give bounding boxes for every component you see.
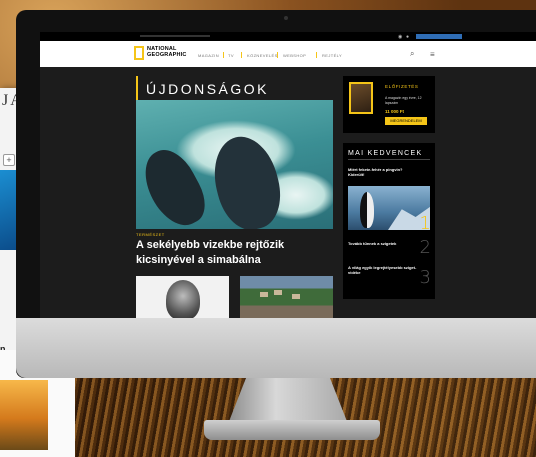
nav-item-webshop[interactable]: WEBSHOP <box>283 53 306 58</box>
nav-item-koznevelés[interactable]: KÖZNEVELÉS <box>247 53 278 58</box>
favorite-rank: 1 <box>419 213 431 234</box>
facebook-button[interactable] <box>416 34 462 39</box>
favorite-rank: 3 <box>419 267 431 288</box>
camera-icon <box>284 16 288 20</box>
magazine-cover[interactable] <box>349 82 373 114</box>
penguin <box>360 192 374 228</box>
favorite-item[interactable]: Miért fekete-fehér a pingvin? Kiderült! <box>348 167 418 177</box>
user-icon[interactable]: ● <box>406 34 409 40</box>
nav-item-magazin[interactable]: MAGAZIN <box>198 53 219 58</box>
section-title: ÚJDONSÁGOK <box>136 76 269 102</box>
website-screen: ◉ ● NATIONAL GEOGRAPHIC MAGAZIN TV KÖZNE… <box>40 32 536 318</box>
order-button[interactable]: MEGRENDELEM <box>385 117 427 125</box>
nav-separator <box>241 52 242 58</box>
hero-image[interactable] <box>136 100 333 229</box>
house <box>274 290 282 295</box>
house <box>260 292 268 297</box>
favorites-title: MAI KEDVENCEK <box>348 150 423 157</box>
nav-item-rejtely[interactable]: REJTÉLY <box>322 53 342 58</box>
monitor-stand <box>228 378 348 424</box>
brand-name[interactable]: NATIONAL GEOGRAPHIC <box>147 46 187 58</box>
favorite-item[interactable]: A világ egyik legrejtélyesebb sziget-vid… <box>348 265 418 275</box>
rss-icon[interactable]: ◉ <box>398 34 402 40</box>
article-thumbnail-portrait[interactable] <box>136 276 229 318</box>
search-icon[interactable]: ⌕ <box>410 49 414 59</box>
nav-item-tv[interactable]: TV <box>228 53 234 58</box>
category-tag[interactable]: TERMÉSZET <box>136 232 165 237</box>
favorite-rank: 2 <box>419 237 431 258</box>
promo-title: ELŐFIZETÉS <box>385 84 419 89</box>
favorite-item[interactable]: Tovább tűnnek a szigetek <box>348 241 418 246</box>
nat-geo-logo-icon[interactable] <box>134 46 144 60</box>
brand-line-2: GEOGRAPHIC <box>147 52 187 58</box>
menu-icon[interactable]: ≡ <box>430 50 435 59</box>
navbar: NATIONAL GEOGRAPHIC MAGAZIN TV KÖZNEVELÉ… <box>40 41 536 67</box>
sunset-image <box>0 380 48 450</box>
nav-separator <box>223 52 224 58</box>
promo-description: A magazin egy évre, 12 lapszám <box>385 96 422 105</box>
promo-price: 11 000 Ft <box>385 109 405 114</box>
divider <box>348 159 430 160</box>
hero-headline[interactable]: A sekélyebb vizekbe rejtőzik kicsinyével… <box>136 238 336 268</box>
portrait <box>166 280 200 318</box>
article-thumbnail-village[interactable] <box>240 276 333 318</box>
add-tab-icon: + <box>3 154 15 166</box>
monitor-base <box>204 420 380 440</box>
nav-separator <box>316 52 317 58</box>
monitor-chin <box>16 318 536 378</box>
subscription-promo: ELŐFIZETÉS A magazin egy évre, 12 lapszá… <box>343 76 435 133</box>
favorite-thumbnail[interactable] <box>348 186 430 230</box>
favorites-box: MAI KEDVENCEK Miért fekete-fehér a pingv… <box>343 143 435 299</box>
top-strip: ◉ ● <box>40 32 536 41</box>
top-strip-links[interactable] <box>140 35 210 37</box>
nav-separator <box>277 52 278 58</box>
house <box>292 294 300 299</box>
